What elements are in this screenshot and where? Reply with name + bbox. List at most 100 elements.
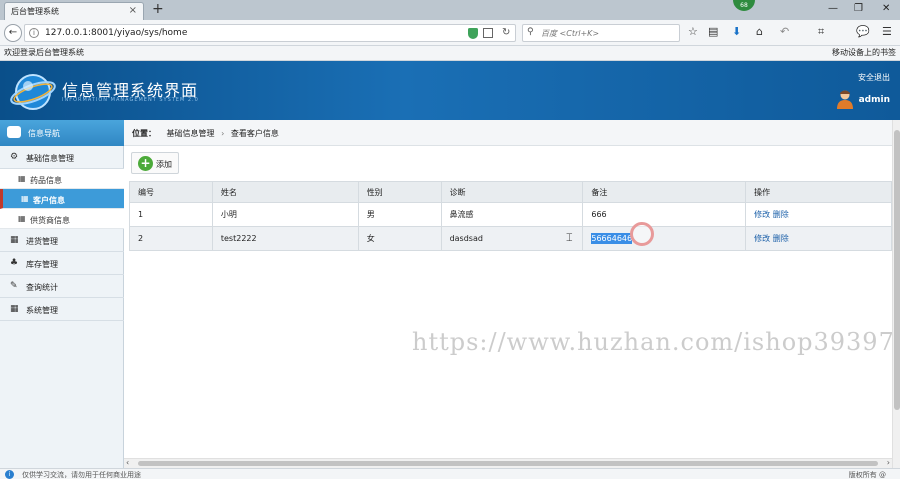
breadcrumb-level2: 查看客户信息 (230, 129, 279, 138)
sidebar-item-purchase[interactable]: ▦ 进货管理 (0, 229, 124, 252)
cell-actions: 修改 删除 (745, 226, 892, 251)
cloud-icon (7, 126, 21, 138)
sidebar-item-label: 系统管理 (26, 306, 58, 315)
scroll-right-icon[interactable]: › (887, 458, 890, 467)
cell-note: 56664646 (582, 226, 747, 251)
browser-tab-title: 后台管理系统 (11, 7, 59, 16)
reader-icon[interactable]: ▤ (708, 26, 718, 38)
undo-icon[interactable]: ↶ (780, 26, 789, 38)
mobile-bookmarks[interactable]: 移动设备上的书签 (832, 47, 896, 58)
mouse-cursor-icon: ⌶ (566, 231, 573, 244)
user-avatar-icon (837, 90, 853, 109)
qr-code-icon[interactable] (483, 28, 493, 38)
shield-icon[interactable] (468, 28, 478, 39)
grid-icon: ▦ (21, 194, 29, 203)
globe-logo-icon (10, 74, 56, 110)
download-icon[interactable]: ⬇ (732, 26, 741, 38)
edit-link[interactable]: 修改 (754, 210, 770, 219)
crop-icon[interactable]: ⌗ (818, 26, 824, 38)
grid-icon: ▦ (18, 214, 26, 223)
watermark-text: https://www.huzhan.com/ishop39397 (412, 328, 895, 356)
sidebar-item-system[interactable]: ▦ 系统管理 (0, 298, 124, 321)
table-header-row: 编号 姓名 性别 诊断 备注 操作 (129, 181, 892, 203)
sidebar-header-label: 信息导航 (28, 129, 60, 138)
delete-link[interactable]: 删除 (773, 234, 789, 243)
vertical-scrollbar[interactable] (892, 120, 900, 468)
cell-gender: 男 (357, 202, 442, 227)
status-bar: i 仅供学习交流，请勿用于任何商业用途 版权所有 @ (0, 468, 900, 479)
search-box[interactable]: ⚲ 百度 <Ctrl+K> (522, 24, 680, 42)
add-button-label: 添加 (156, 160, 172, 169)
cell-diagnosis: 鼻流感 (440, 202, 584, 227)
sidebar-item-medicine-info[interactable]: ▦ 药品信息 (0, 169, 124, 189)
cell-name: 小明 (211, 202, 359, 227)
cell-id: 2 (129, 226, 213, 251)
horizontal-scroll-thumb[interactable] (138, 461, 878, 466)
sidebar-item-basic-info[interactable]: ⚙ 基础信息管理 (0, 146, 124, 169)
selected-note-text[interactable]: 56664646 (591, 233, 633, 244)
sidebar: 信息导航 ⚙ 基础信息管理 ▦ 药品信息 ▦ 客户信息 ▦ 供货商信息 ▦ 进货… (0, 120, 124, 468)
reload-icon[interactable]: ↻ (502, 27, 510, 38)
sidebar-item-label: 库存管理 (26, 260, 58, 269)
sidebar-item-inventory[interactable]: ♣ 库存管理 (0, 252, 124, 275)
browser-tab[interactable]: 后台管理系统 × (4, 2, 144, 20)
status-disclaimer: 仅供学习交流，请勿用于任何商业用途 (22, 471, 141, 479)
grid-icon: ▦ (18, 174, 26, 183)
new-tab-button[interactable]: + (152, 1, 164, 17)
scroll-left-icon[interactable]: ‹ (126, 458, 129, 467)
search-icon: ⚲ (527, 27, 534, 37)
window-close-icon[interactable]: ✕ (882, 3, 890, 14)
restore-icon[interactable]: ❐ (854, 3, 863, 14)
home-icon[interactable]: ⌂ (756, 26, 763, 38)
menu-icon[interactable]: ☰ (882, 26, 892, 38)
column-header-actions: 操作 (745, 181, 892, 203)
notification-badge[interactable]: 68 (733, 0, 755, 11)
sidebar-item-label: 供货商信息 (30, 216, 70, 225)
tab-close-icon[interactable]: × (129, 5, 137, 16)
bookmarks-bar: 欢迎登录后台管理系统 移动设备上的书签 (0, 46, 900, 61)
sidebar-item-query-stats[interactable]: ✎ 查询统计 (0, 275, 124, 298)
column-header-diagnosis: 诊断 (440, 181, 584, 203)
cell-diagnosis: dasdsad (440, 226, 584, 251)
chat-icon[interactable]: 💬 (856, 26, 870, 38)
add-button[interactable]: + 添加 (131, 152, 179, 174)
cell-id: 1 (129, 202, 213, 227)
logout-link[interactable]: 安全退出 (858, 72, 890, 83)
minimize-icon[interactable]: — (828, 3, 838, 14)
plus-icon: + (138, 156, 153, 171)
cell-gender: 女 (357, 226, 442, 251)
breadcrumb-level1[interactable]: 基础信息管理 (167, 129, 215, 138)
sidebar-item-customer-info[interactable]: ▦ 客户信息 (0, 189, 124, 209)
sidebar-item-label: 基础信息管理 (26, 154, 74, 163)
app-header: 信息管理系统界面 INFORMATION MANAGEMENT SYSTEM 2… (0, 61, 900, 120)
browser-tab-bar: 后台管理系统 × + 68 — ❐ ✕ (0, 0, 900, 20)
horizontal-scrollbar[interactable]: ‹ › (124, 458, 892, 468)
column-header-note: 备注 (582, 181, 747, 203)
app-subtitle: INFORMATION MANAGEMENT SYSTEM 2.0 (62, 97, 199, 103)
vertical-scroll-thumb[interactable] (894, 130, 900, 410)
column-header-name: 姓名 (211, 181, 359, 203)
column-header-gender: 性别 (357, 181, 442, 203)
breadcrumb-label: 位置： (132, 129, 156, 138)
admin-username[interactable]: admin (859, 95, 890, 105)
bookmark-welcome[interactable]: 欢迎登录后台管理系统 (4, 47, 84, 58)
site-info-icon[interactable]: i (29, 28, 39, 38)
back-arrow-icon[interactable]: ← (4, 24, 22, 42)
table-row: 2 test2222 女 dasdsad 56664646 修改 删除 (129, 226, 892, 251)
delete-link[interactable]: 删除 (773, 210, 789, 219)
sitemap-icon: ♣ (10, 258, 19, 268)
sidebar-item-label: 查询统计 (26, 283, 58, 292)
cell-actions: 修改 删除 (745, 202, 892, 227)
table-row: 1 小明 男 鼻流感 666 修改 删除 (129, 202, 892, 227)
edit-link[interactable]: 修改 (754, 234, 770, 243)
star-icon[interactable]: ☆ (688, 26, 698, 38)
sidebar-item-supplier-info[interactable]: ▦ 供货商信息 (0, 209, 124, 229)
info-icon: i (5, 470, 14, 479)
breadcrumb-separator: › (221, 129, 225, 138)
address-url[interactable]: 127.0.0.1:8001/yiyao/sys/home (45, 28, 187, 38)
click-indicator (630, 222, 654, 246)
customer-table: 编号 姓名 性别 诊断 备注 操作 1 小明 男 鼻流感 666 修改 删除 2… (129, 181, 892, 251)
sidebar-header: 信息导航 (0, 120, 124, 146)
address-bar[interactable]: i 127.0.0.1:8001/yiyao/sys/home ↻ (24, 24, 516, 42)
sidebar-item-label: 进货管理 (26, 237, 58, 246)
